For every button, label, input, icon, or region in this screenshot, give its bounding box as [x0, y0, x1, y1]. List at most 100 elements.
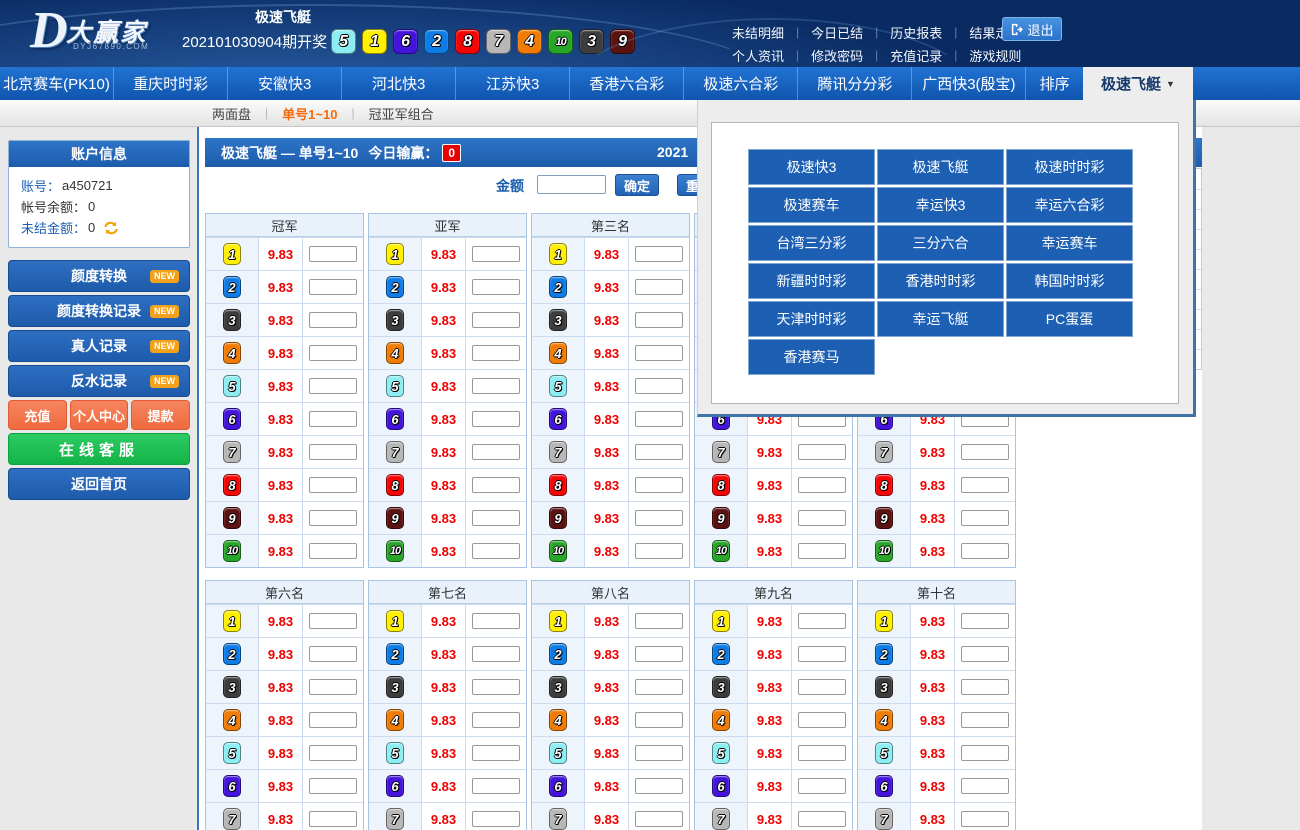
- bet-amount-input[interactable]: [961, 613, 1009, 629]
- sidebar-quick-button[interactable]: 个人中心: [70, 400, 129, 430]
- bet-amount-input[interactable]: [635, 345, 683, 361]
- dropdown-game-item[interactable]: 极速飞艇: [877, 149, 1004, 185]
- dropdown-game-item[interactable]: 幸运飞艇: [877, 301, 1004, 337]
- nav-tab[interactable]: 北京赛车(PK10): [0, 67, 114, 100]
- bet-amount-input[interactable]: [635, 778, 683, 794]
- bet-amount-input[interactable]: [635, 246, 683, 262]
- bet-amount-input[interactable]: [635, 510, 683, 526]
- bet-amount-input[interactable]: [309, 411, 357, 427]
- dropdown-game-item[interactable]: 韩国时时彩: [1006, 263, 1133, 299]
- bet-amount-input[interactable]: [472, 712, 520, 728]
- bet-amount-input[interactable]: [472, 613, 520, 629]
- refresh-icon[interactable]: [103, 221, 119, 235]
- bet-amount-input[interactable]: [635, 378, 683, 394]
- bet-amount-input[interactable]: [635, 411, 683, 427]
- bet-amount-input[interactable]: [961, 444, 1009, 460]
- bet-amount-input[interactable]: [798, 712, 846, 728]
- sidebar-quick-button[interactable]: 充值: [8, 400, 67, 430]
- bet-amount-input[interactable]: [472, 510, 520, 526]
- bet-amount-input[interactable]: [309, 745, 357, 761]
- bet-amount-input[interactable]: [472, 477, 520, 493]
- bet-amount-input[interactable]: [961, 646, 1009, 662]
- bet-amount-input[interactable]: [472, 411, 520, 427]
- nav-tab-active[interactable]: 极速飞艇 ▼: [1083, 67, 1193, 100]
- bet-amount-input[interactable]: [309, 712, 357, 728]
- dropdown-game-item[interactable]: 幸运赛车: [1006, 225, 1133, 261]
- top-menu-item[interactable]: 修改密码: [799, 46, 875, 65]
- top-menu-item[interactable]: 充值记录: [878, 46, 954, 65]
- nav-tab[interactable]: 安徽快3: [228, 67, 342, 100]
- bet-amount-input[interactable]: [309, 646, 357, 662]
- bet-amount-input[interactable]: [472, 345, 520, 361]
- bet-amount-input[interactable]: [635, 312, 683, 328]
- sidebar-nav-button[interactable]: 颜度转换NEW: [8, 260, 190, 292]
- sidebar-nav-button[interactable]: 颜度转换记录NEW: [8, 295, 190, 327]
- bet-amount-input[interactable]: [635, 279, 683, 295]
- dropdown-game-item[interactable]: PC蛋蛋: [1006, 301, 1133, 337]
- bet-amount-input[interactable]: [961, 477, 1009, 493]
- back-home-button[interactable]: 返回首页: [8, 468, 190, 500]
- bet-amount-input[interactable]: [961, 745, 1009, 761]
- top-menu-item[interactable]: 未结明细: [720, 23, 796, 42]
- bet-amount-input[interactable]: [472, 444, 520, 460]
- nav-tab[interactable]: 排序: [1026, 67, 1083, 100]
- bet-amount-input[interactable]: [798, 477, 846, 493]
- bet-amount-input[interactable]: [472, 246, 520, 262]
- bet-amount-input[interactable]: [961, 510, 1009, 526]
- bet-amount-input[interactable]: [309, 510, 357, 526]
- top-menu-item[interactable]: 个人资讯: [720, 46, 796, 65]
- bet-amount-input[interactable]: [961, 679, 1009, 695]
- bet-amount-input[interactable]: [309, 312, 357, 328]
- bet-amount-input[interactable]: [309, 543, 357, 559]
- bet-amount-input[interactable]: [635, 745, 683, 761]
- bet-amount-input[interactable]: [309, 778, 357, 794]
- bet-amount-input[interactable]: [798, 510, 846, 526]
- subnav-item[interactable]: 冠亚军组合: [355, 104, 448, 123]
- top-menu-item[interactable]: 历史报表: [878, 23, 954, 42]
- sidebar-quick-button[interactable]: 提款: [131, 400, 190, 430]
- bet-amount-input[interactable]: [798, 679, 846, 695]
- dropdown-game-item[interactable]: 香港赛马: [748, 339, 875, 375]
- sidebar-nav-button[interactable]: 真人记录NEW: [8, 330, 190, 362]
- bet-amount-input[interactable]: [309, 811, 357, 827]
- dropdown-game-item[interactable]: 台湾三分彩: [748, 225, 875, 261]
- bet-amount-input[interactable]: [472, 543, 520, 559]
- bet-amount-input[interactable]: [309, 444, 357, 460]
- bet-amount-input[interactable]: [798, 646, 846, 662]
- top-menu-item[interactable]: 今日已结: [799, 23, 875, 42]
- bet-amount-input[interactable]: [309, 345, 357, 361]
- bet-amount-input[interactable]: [798, 613, 846, 629]
- dropdown-game-item[interactable]: 香港时时彩: [877, 263, 1004, 299]
- bet-amount-input[interactable]: [635, 811, 683, 827]
- bet-amount-input[interactable]: [798, 811, 846, 827]
- bet-amount-input[interactable]: [309, 246, 357, 262]
- bet-amount-input[interactable]: [472, 745, 520, 761]
- sidebar-nav-button[interactable]: 反水记录NEW: [8, 365, 190, 397]
- dropdown-game-item[interactable]: 天津时时彩: [748, 301, 875, 337]
- bet-amount-input[interactable]: [635, 679, 683, 695]
- bet-amount-input[interactable]: [472, 811, 520, 827]
- bet-amount-input[interactable]: [635, 477, 683, 493]
- amount-input[interactable]: [537, 175, 606, 194]
- bet-amount-input[interactable]: [472, 679, 520, 695]
- dropdown-game-item[interactable]: 幸运快3: [877, 187, 1004, 223]
- nav-tab[interactable]: 腾讯分分彩: [798, 67, 912, 100]
- bet-amount-input[interactable]: [961, 712, 1009, 728]
- bet-amount-input[interactable]: [798, 745, 846, 761]
- bet-amount-input[interactable]: [961, 811, 1009, 827]
- bet-amount-input[interactable]: [961, 543, 1009, 559]
- bet-amount-input[interactable]: [309, 613, 357, 629]
- confirm-button[interactable]: 确定: [615, 174, 659, 196]
- logout-button[interactable]: 退出: [1002, 17, 1062, 41]
- bet-amount-input[interactable]: [961, 778, 1009, 794]
- bet-amount-input[interactable]: [309, 378, 357, 394]
- nav-tab[interactable]: 香港六合彩: [570, 67, 684, 100]
- bet-amount-input[interactable]: [635, 712, 683, 728]
- bet-amount-input[interactable]: [472, 279, 520, 295]
- bet-amount-input[interactable]: [635, 543, 683, 559]
- bet-amount-input[interactable]: [309, 279, 357, 295]
- bet-amount-input[interactable]: [635, 613, 683, 629]
- bet-amount-input[interactable]: [472, 646, 520, 662]
- bet-amount-input[interactable]: [472, 312, 520, 328]
- top-menu-item[interactable]: 游戏规则: [957, 46, 1033, 65]
